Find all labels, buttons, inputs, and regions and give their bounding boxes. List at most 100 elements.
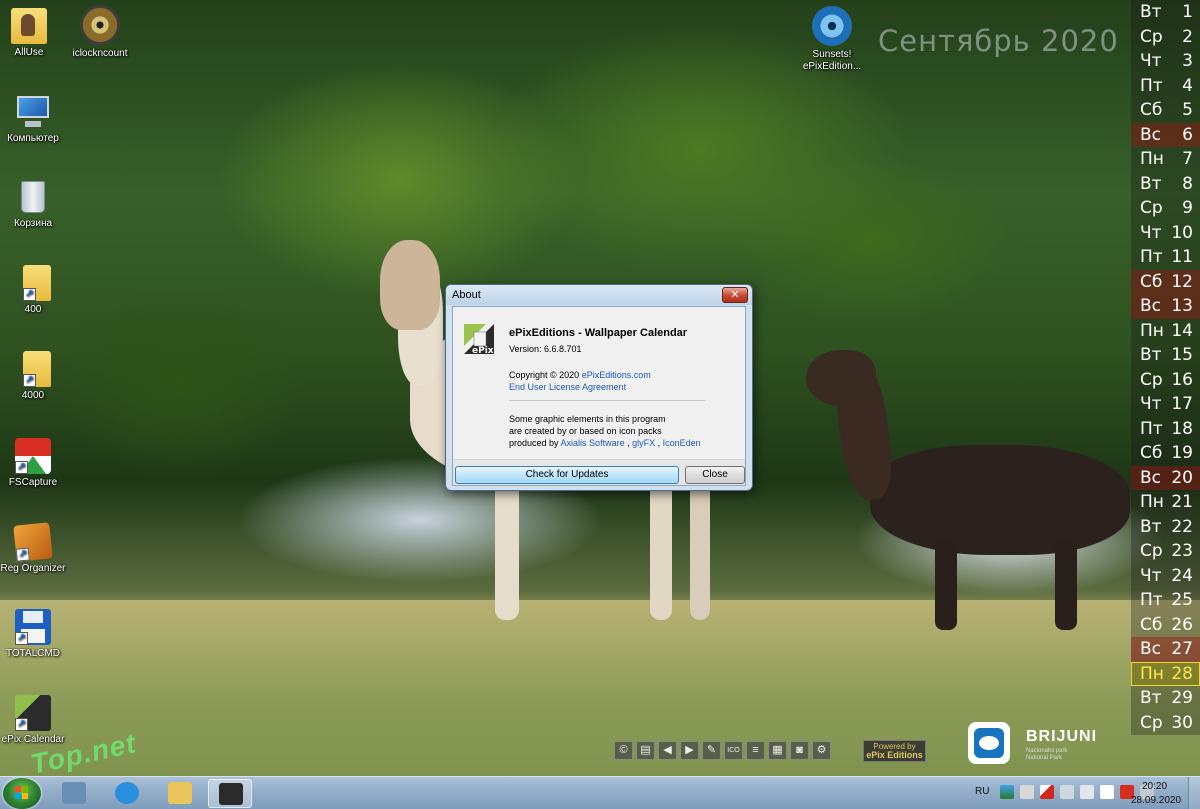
about-content: ePix ePixEditions - Wallpaper Calendar V…	[452, 306, 746, 486]
close-button[interactable]: Close	[685, 466, 745, 484]
calendar-day: Сб 12	[1131, 269, 1200, 294]
speaker-tray-icon[interactable]	[1080, 785, 1094, 799]
desktop-icon-sunsets[interactable]: Sunsets! ePixEdition...	[794, 6, 870, 73]
calendar-day-of-week: Вт	[1140, 345, 1162, 366]
taskbar-epix-calendar[interactable]	[208, 779, 252, 808]
wrench-icon[interactable]: ✎	[702, 741, 721, 760]
epix-logo-icon: ePix	[464, 324, 494, 356]
calendar-day-of-week: Пт	[1140, 418, 1163, 439]
wallpaper-meadow	[0, 600, 1200, 776]
folder-shortcut-icon: ↗	[23, 351, 51, 387]
flag-tray-icon[interactable]	[1060, 785, 1074, 799]
calendar-day-number: 1	[1182, 2, 1193, 23]
calendar-day: Пн 7	[1131, 147, 1200, 172]
arrow-left-icon[interactable]: ◀	[658, 741, 677, 760]
desktop-icon-fscapture[interactable]: ↗ FSCapture	[0, 438, 71, 489]
antivirus-tray-icon[interactable]	[1020, 785, 1034, 799]
desktop-icon-totalcmd[interactable]: ↗ TOTALCMD	[0, 609, 71, 660]
calendar-day-number: 15	[1171, 345, 1193, 366]
camera-icon[interactable]: ◙	[790, 741, 809, 760]
show-desktop-button[interactable]	[1188, 777, 1200, 809]
calendar-day-today: Пн 28	[1131, 661, 1200, 686]
grid-icon[interactable]: ▦	[768, 741, 787, 760]
deer-right-head	[806, 350, 876, 406]
check-updates-button[interactable]: Check for Updates	[455, 466, 679, 484]
axialis-link[interactable]: Axialis Software	[561, 438, 625, 448]
calendar-day: Сб 19	[1131, 441, 1200, 466]
network-tray-icon[interactable]	[1000, 785, 1014, 799]
desktop-icon-alluse[interactable]: AllUse	[0, 8, 67, 59]
calendar-day-number: 8	[1182, 173, 1193, 194]
arrow-right-icon[interactable]: ▶	[680, 741, 699, 760]
credits-separator: ,	[655, 438, 663, 448]
shortcut-arrow-icon: ↗	[23, 288, 36, 301]
glyfx-link[interactable]: glyFX	[632, 438, 655, 448]
start-button[interactable]	[3, 778, 41, 809]
calendar-day-of-week: Чт	[1140, 222, 1162, 243]
desktop-icon-4000[interactable]: ↗ 4000	[0, 351, 71, 402]
eula-link[interactable]: End User License Agreement	[509, 382, 626, 392]
gear-icon[interactable]: ⚙	[812, 741, 831, 760]
taskbar-explorer[interactable]	[158, 779, 202, 808]
ico-icon[interactable]: ICO	[724, 741, 743, 760]
desktop-icon-iclockncount[interactable]: iclockncount	[62, 5, 138, 60]
taskbar-internet-explorer[interactable]	[105, 779, 149, 808]
desktop-icon-recycle-bin[interactable]: Корзина	[0, 179, 71, 230]
calendar-day: Пт 11	[1131, 245, 1200, 270]
desktop-icon-label: Компьютер	[7, 133, 59, 144]
shortcut-arrow-icon: ↗	[23, 374, 36, 387]
calendar-day: Чт 17	[1131, 392, 1200, 417]
calendar-day: Сб 5	[1131, 98, 1200, 123]
calendar-day-number: 3	[1182, 51, 1193, 72]
calendar-day-of-week: Вс	[1140, 639, 1162, 660]
credits-prefix: produced by	[509, 438, 561, 448]
clock-time[interactable]: 20:20	[1142, 781, 1167, 792]
desktop-icon-400[interactable]: ↗ 400	[0, 265, 71, 316]
calendar-day-of-week: Вт	[1140, 516, 1162, 537]
powered-by-badge[interactable]: Powered by ePix Editions	[863, 740, 926, 762]
about-heading: ePixEditions - Wallpaper Calendar	[509, 327, 688, 339]
desktop-icon-label: TOTALCMD	[5, 648, 61, 659]
calendar-day: Вт 15	[1131, 343, 1200, 368]
clock-date[interactable]: 28.09.2020	[1131, 795, 1181, 806]
epix-icon: ↗	[15, 695, 51, 731]
calendar-day-of-week: Пн	[1140, 149, 1164, 170]
calendar-day-of-week: Пт	[1140, 75, 1163, 96]
language-indicator[interactable]: RU	[975, 786, 989, 797]
about-close-x-button[interactable]: ✕	[722, 287, 748, 303]
deer-right-leg	[935, 540, 957, 630]
floppy-disk-icon: ↗	[15, 609, 51, 645]
calendar-day: Ср 30	[1131, 710, 1200, 735]
desktop-icon-computer[interactable]: Компьютер	[0, 94, 71, 145]
desktop-icon-reg-organizer[interactable]: ↗ Reg Organizer	[0, 522, 71, 575]
calendar-day-of-week: Сб	[1140, 443, 1163, 464]
calendar-day-of-week: Ср	[1140, 369, 1163, 390]
desktop-icon-label: 400	[24, 304, 42, 315]
computer-icon	[15, 94, 51, 130]
calendar-day: Вс 27	[1131, 637, 1200, 662]
calendar-day-of-week: Пн	[1140, 663, 1164, 684]
power-tray-icon[interactable]	[1100, 785, 1114, 799]
epix-icon	[219, 783, 243, 805]
website-link[interactable]: ePixEditions.com	[582, 370, 651, 380]
print-icon[interactable]: ▤	[636, 741, 655, 760]
calendar-day-strip: Вт 1 Ср 2 Чт 3 Пт 4 Сб 5 Вс 6 Пн 7 Вт 8 Ср 9 Чт 10 Пт 11 Сб 12 В…	[1131, 0, 1200, 740]
calendar-month-title: Сентябрь 2020	[878, 24, 1119, 58]
calendar-day: Сб 26	[1131, 612, 1200, 637]
checkmark-tray-icon[interactable]	[1040, 785, 1054, 799]
desktop-icon-epix-calendar[interactable]: ↗ ePix Calendar	[0, 695, 71, 746]
calendar-day-of-week: Вт	[1140, 173, 1162, 194]
taskbar-calculator[interactable]	[52, 779, 96, 808]
fscapture-icon: ↗	[15, 438, 51, 474]
document-icon[interactable]: ≡	[746, 741, 765, 760]
brijuni-brand-name: BRIJUNI	[1026, 728, 1098, 745]
calendar-day-of-week: Ср	[1140, 541, 1163, 562]
about-titlebar[interactable]: About	[446, 285, 752, 305]
calendar-day-number: 6	[1182, 124, 1193, 145]
iconeden-link[interactable]: IconEden	[663, 438, 701, 448]
brijuni-subtitle: Nacionalni park	[1026, 748, 1068, 754]
calendar-day-of-week: Сб	[1140, 614, 1163, 635]
copyright-icon[interactable]: ©	[614, 741, 633, 760]
calendar-day-number: 4	[1182, 75, 1193, 96]
calendar-day-of-week: Сб	[1140, 100, 1163, 121]
